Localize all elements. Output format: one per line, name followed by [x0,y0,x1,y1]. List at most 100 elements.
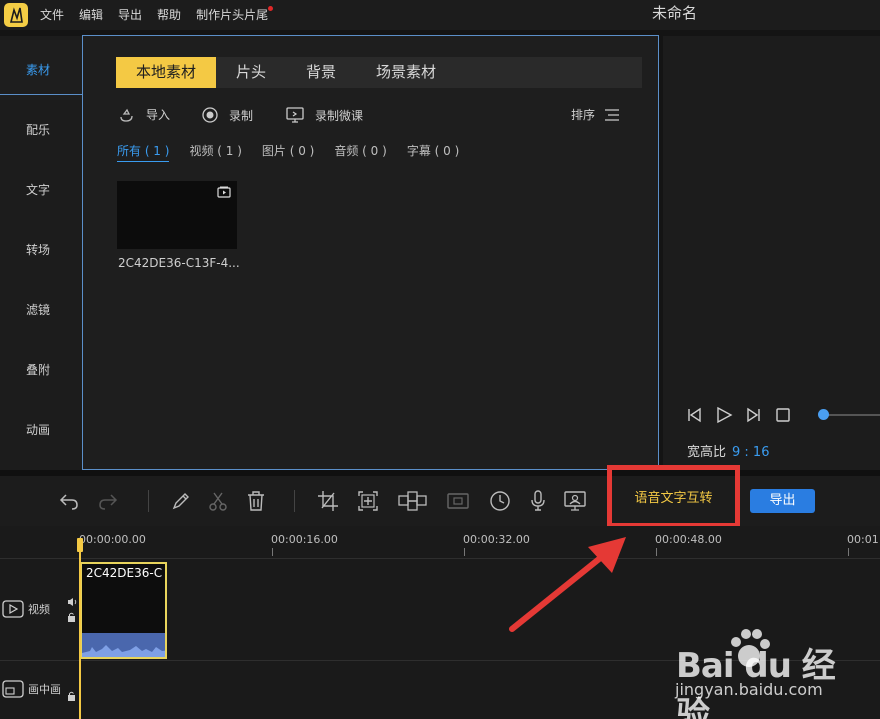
tab-scene-material[interactable]: 场景素材 [356,57,456,88]
material-panel: 本地素材 片头 背景 场景素材 导入 录制 录制微课 排序 所有 ( 1 ) 视… [82,36,659,470]
red-arrow-annotation [500,525,640,635]
ruler-tick [464,548,465,556]
microphone-icon[interactable] [527,490,549,512]
menu-make-intro-outro-label: 制作片头片尾 [196,8,268,22]
import-icon [118,107,136,123]
record-lesson-button[interactable]: 录制微课 [285,106,363,124]
toolbar-separator [148,490,149,512]
crop-icon[interactable] [317,490,339,512]
ruler-tick [272,548,273,556]
material-item-name: 2C42DE36-C13F-4... [118,256,240,270]
nav-item-material[interactable]: 素材 [0,40,82,100]
filter-audio[interactable]: 音频 ( 0 ) [334,142,386,162]
record-icon [201,106,219,124]
undo-icon[interactable] [57,490,79,512]
import-label: 导入 [146,106,170,123]
filter-subtitle[interactable]: 字幕 ( 0 ) [407,142,459,162]
duration-clock-icon[interactable] [489,490,511,512]
video-clip[interactable]: 2C42DE36-C [80,562,167,659]
screen-record-icon [285,106,305,124]
mosaic-icon[interactable] [398,490,428,512]
sort-button[interactable]: 排序 [571,106,631,123]
next-frame-icon[interactable] [745,407,763,423]
lock-icon[interactable] [67,691,76,701]
playhead[interactable] [79,540,81,719]
player-controls [685,406,803,424]
previous-frame-icon[interactable] [685,407,703,423]
zoom-frame-icon[interactable] [357,490,379,512]
menu-bar: 文件 编辑 导出 帮助 制作片头片尾 [40,0,283,30]
watermark-url: jingyan.baidu.com [675,680,823,699]
record-lesson-label: 录制微课 [315,107,363,124]
ruler-label: 00:00:16.00 [271,533,338,546]
filter-all[interactable]: 所有 ( 1 ) [117,142,169,162]
nav-item-transition[interactable]: 转场 [0,220,82,280]
toolbar-separator [294,490,295,512]
nav-item-filter[interactable]: 滤镜 [0,280,82,340]
menu-make-intro-outro[interactable]: 制作片头片尾 [196,0,268,30]
aspect-ratio-control[interactable]: 宽高比9 : 16 [687,441,769,460]
menu-export[interactable]: 导出 [118,0,142,30]
record-button[interactable]: 录制 [201,106,253,124]
filter-image[interactable]: 图片 ( 0 ) [262,142,314,162]
delete-icon[interactable] [245,490,267,512]
title-bar: 文件 编辑 导出 帮助 制作片头片尾 未命名 [0,0,880,30]
ruler-label: 00:00:00.00 [79,533,146,546]
freeze-frame-icon[interactable] [447,490,469,512]
tab-background[interactable]: 背景 [286,57,356,88]
video-badge-icon [217,186,231,198]
record-label: 录制 [229,107,253,124]
redo-icon[interactable] [98,490,120,512]
sort-list-icon [603,108,621,122]
audio-waveform [82,633,165,657]
nav-item-music[interactable]: 配乐 [0,100,82,160]
ruler-label: 00:01:0 [847,533,880,546]
material-toolbar: 导入 录制 录制微课 排序 [116,106,642,126]
track-divider [0,558,880,559]
document-title: 未命名 [652,0,697,27]
clip-name: 2C42DE36-C [86,566,162,580]
scrub-track[interactable] [823,414,880,416]
pip-track-icon [2,680,24,698]
video-track-icon [2,600,24,618]
scissors-icon[interactable] [207,490,229,512]
nav-item-animation[interactable]: 动画 [0,400,82,460]
stop-icon[interactable] [775,407,791,423]
menu-file[interactable]: 文件 [40,0,64,30]
watermark-brand: Bai du 经验 [676,638,848,719]
baidu-jingyan-watermark: Bai du 经验 jingyan.baidu.com [668,620,848,700]
notification-dot [268,6,273,11]
tab-local-material[interactable]: 本地素材 [116,57,216,88]
scrub-handle[interactable] [818,409,829,420]
preview-panel: 宽高比9 : 16 [663,36,880,470]
nav-item-overlay[interactable]: 叠附 [0,340,82,400]
material-thumbnail[interactable] [117,181,237,249]
material-filters: 所有 ( 1 ) 视频 ( 1 ) 图片 ( 0 ) 音频 ( 0 ) 字幕 (… [117,142,479,162]
playhead-handle[interactable] [77,538,83,552]
record-presenter-icon[interactable] [564,490,586,512]
ruler-label: 00:00:48.00 [655,533,722,546]
pip-track-label: 画中画 [28,681,61,697]
import-button[interactable]: 导入 [118,106,170,123]
play-icon[interactable] [715,406,733,424]
lock-icon[interactable] [67,612,76,622]
filter-video[interactable]: 视频 ( 1 ) [189,142,241,162]
video-track-label: 视频 [28,601,50,617]
ruler-tick [656,548,657,556]
volume-icon[interactable] [67,597,77,607]
menu-edit[interactable]: 编辑 [79,0,103,30]
timeline-toolbar: 导出 [0,476,880,526]
nav-item-text[interactable]: 文字 [0,160,82,220]
left-nav: 素材 配乐 文字 转场 滤镜 叠附 动画 [0,36,82,470]
app-logo-icon [4,3,28,27]
material-tabs: 本地素材 片头 背景 场景素材 [116,57,642,88]
export-button[interactable]: 导出 [750,489,815,513]
nav-active-divider [0,94,83,95]
speech-text-convert-button[interactable]: 语音文字互转 [607,465,740,528]
edit-pencil-icon[interactable] [170,490,192,512]
aspect-ratio-label: 宽高比 [687,445,726,460]
tab-intro[interactable]: 片头 [216,57,286,88]
menu-help[interactable]: 帮助 [157,0,181,30]
video-track-header: 视频 [2,600,50,618]
ruler-tick [848,548,849,556]
